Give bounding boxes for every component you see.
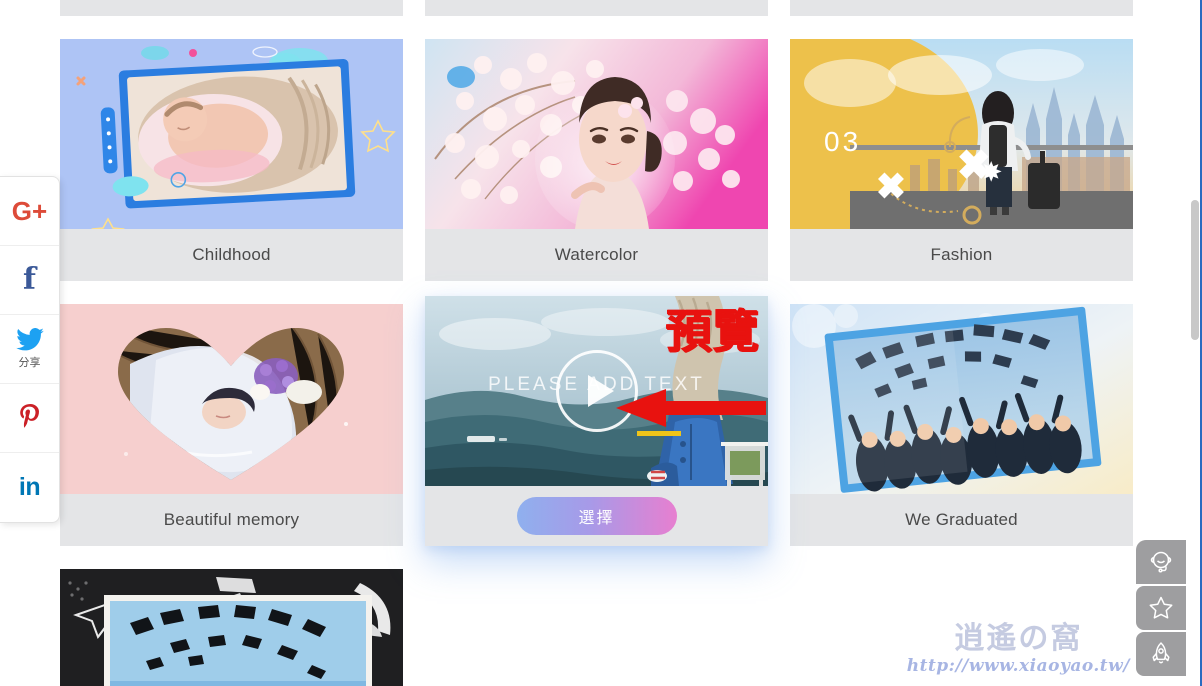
fashion-badge-number: 03 [824, 126, 861, 157]
share-googleplus-button[interactable]: G+ [0, 177, 59, 246]
facebook-icon: f [23, 262, 36, 297]
template-thumbnail[interactable] [425, 39, 768, 229]
template-card-label [425, 0, 768, 16]
template-card-childhood[interactable]: Childhood [60, 39, 403, 281]
share-pinterest-button[interactable] [0, 384, 59, 453]
we-graduated-thumbnail-art [790, 304, 1133, 494]
twitter-icon [15, 328, 44, 351]
preview-annotation-text: 預覽 [666, 304, 760, 358]
fashion-thumbnail-art: 03 [790, 39, 1133, 229]
template-thumbnail[interactable]: 03 [790, 39, 1133, 229]
share-linkedin-button[interactable]: in [0, 453, 59, 522]
googleplus-icon: G+ [11, 196, 48, 226]
template-card[interactable] [425, 0, 768, 16]
template-card[interactable] [60, 0, 403, 16]
template-card-blackboard-graduation[interactable] [60, 569, 403, 686]
watercolor-thumbnail-art [425, 39, 768, 229]
template-card-label: Fashion [930, 245, 993, 264]
gallery-row: Beautiful memory PLEASE ADD TEXT 預覽 選擇 W… [60, 296, 1133, 546]
template-thumbnail[interactable] [60, 569, 403, 686]
linkedin-icon: in [18, 473, 41, 501]
gallery-row: Childhood Watercolor 03 Fashion [60, 39, 1133, 281]
select-button[interactable]: 選擇 [516, 497, 677, 535]
template-card-label: Beautiful memory [163, 510, 300, 529]
template-card-watercolor[interactable]: Watercolor [425, 39, 768, 281]
childhood-thumbnail-art [60, 39, 403, 229]
floating-action-rail [1136, 540, 1186, 678]
share-twitter-button[interactable]: 分享 [0, 315, 59, 384]
template-card-fashion[interactable]: 03 Fashion [790, 39, 1133, 281]
template-card[interactable] [790, 0, 1133, 16]
share-facebook-button[interactable]: f [0, 246, 59, 315]
back-to-top-button[interactable] [1136, 632, 1186, 676]
template-card-label: Childhood [192, 245, 271, 264]
page-scrollbar-track[interactable] [1190, 0, 1200, 686]
beautiful-memory-thumbnail-art [60, 304, 403, 494]
template-card-we-graduated[interactable]: We Graduated [790, 304, 1133, 546]
gallery-row [60, 569, 1133, 686]
template-card-label: Watercolor [554, 245, 639, 264]
template-thumbnail[interactable] [790, 304, 1133, 494]
favorite-button[interactable] [1136, 586, 1186, 630]
template-thumbnail-video[interactable]: PLEASE ADD TEXT 預覽 [425, 296, 768, 486]
social-share-rail: G+ f 分享 in [0, 176, 60, 523]
page-root: Childhood Watercolor 03 Fashion Beautifu… [0, 0, 1202, 686]
template-card-label [790, 0, 1133, 16]
rocket-icon [1152, 642, 1170, 664]
template-card-label: We Graduated [905, 510, 1018, 529]
template-gallery: Childhood Watercolor 03 Fashion Beautifu… [60, 0, 1133, 686]
support-icon [1150, 551, 1172, 573]
blackboard-graduation-thumbnail-art [60, 569, 403, 686]
star-icon [1149, 596, 1173, 619]
page-scrollbar-thumb[interactable] [1191, 200, 1199, 340]
yellow-marker [637, 431, 681, 436]
template-card-label [60, 0, 403, 16]
gallery-row [60, 0, 1133, 16]
share-label: 分享 [18, 356, 41, 369]
preview-annotation-arrow [616, 389, 766, 427]
template-card-hovered[interactable]: PLEASE ADD TEXT 預覽 選擇 [425, 296, 768, 546]
template-thumbnail[interactable] [60, 304, 403, 494]
support-button[interactable] [1136, 540, 1186, 584]
template-thumbnail[interactable] [60, 39, 403, 229]
pinterest-icon [19, 404, 39, 428]
template-card-beautiful-memory[interactable]: Beautiful memory [60, 304, 403, 546]
template-card-footer: 選擇 [425, 486, 768, 546]
